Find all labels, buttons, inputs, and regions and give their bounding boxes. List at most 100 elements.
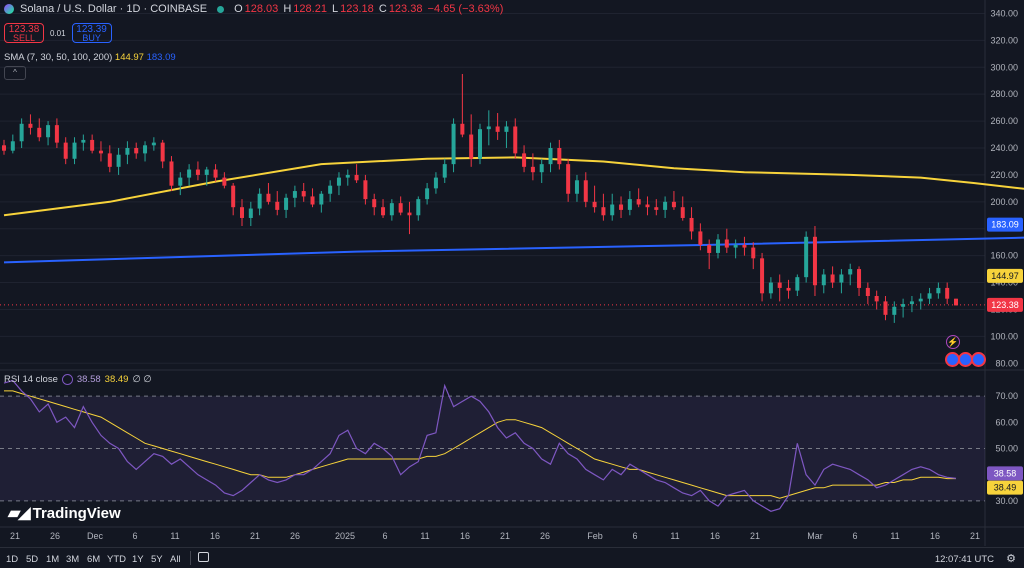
tradingview-logo: ▰◢ TradingView bbox=[8, 503, 121, 523]
price-tick-label: 200.00 bbox=[990, 197, 1018, 207]
candle-body bbox=[724, 239, 729, 248]
candle-body bbox=[654, 207, 659, 210]
rsi-value: 38.58 bbox=[76, 374, 101, 385]
candle-body bbox=[319, 193, 324, 205]
range-all[interactable]: All bbox=[170, 554, 181, 565]
rsi-tick-label: 70.00 bbox=[995, 391, 1018, 401]
rsi-legend[interactable]: RSI 14 close 38.58 38.49 ∅ ∅ bbox=[4, 374, 152, 385]
candle-body bbox=[407, 212, 412, 216]
candle-body bbox=[751, 247, 756, 259]
candle-body bbox=[10, 141, 15, 151]
rsi-source-icon bbox=[61, 374, 73, 385]
candle-body bbox=[222, 177, 227, 186]
range-6m[interactable]: 6M bbox=[87, 554, 100, 565]
candle-body bbox=[883, 301, 888, 315]
event-flag-icon[interactable] bbox=[971, 352, 986, 367]
candle-body bbox=[213, 169, 218, 178]
candle-body bbox=[398, 203, 403, 213]
candle-body bbox=[707, 244, 712, 253]
time-tick-label: 16 bbox=[210, 531, 220, 541]
candle-body bbox=[389, 203, 394, 216]
time-tick-label: 11 bbox=[670, 531, 679, 541]
event-badges[interactable] bbox=[945, 352, 986, 367]
collapse-legend-button[interactable]: ^ bbox=[4, 66, 26, 80]
candle-body bbox=[786, 287, 791, 291]
candle-body bbox=[539, 164, 544, 173]
ohlc-readout: O 128.03 H 128.21 L 123.18 C 123.38 −4.65 (−… bbox=[234, 3, 505, 15]
candle-body bbox=[804, 236, 809, 278]
price-tick-label: 80.00 bbox=[995, 358, 1018, 368]
time-tick-label: 21 bbox=[750, 531, 760, 541]
candle-body bbox=[478, 129, 482, 159]
candle-body bbox=[195, 169, 200, 175]
candle-body bbox=[601, 207, 606, 216]
range-1d[interactable]: 1D bbox=[6, 554, 18, 565]
lightning-icon[interactable]: ⚡ bbox=[946, 335, 960, 349]
candle-body bbox=[504, 126, 509, 132]
price-tick-label: 320.00 bbox=[990, 35, 1018, 45]
time-tick-label: 2025 bbox=[335, 531, 355, 541]
candle-body bbox=[857, 269, 862, 288]
candle-body bbox=[240, 207, 244, 218]
candle-body bbox=[821, 274, 826, 286]
range-3m[interactable]: 3M bbox=[66, 554, 79, 565]
range-5y[interactable]: 5Y bbox=[151, 554, 163, 565]
candle-body bbox=[310, 196, 315, 205]
price-tick-label: 160.00 bbox=[990, 251, 1018, 261]
candle-body bbox=[619, 204, 624, 210]
calendar-icon[interactable] bbox=[198, 552, 209, 562]
candle-body bbox=[742, 244, 747, 248]
time-tick-label: 6 bbox=[382, 531, 387, 541]
open-value: 128.03 bbox=[244, 3, 279, 15]
candle-body bbox=[522, 153, 527, 167]
price-tag: 183.09 bbox=[991, 220, 1019, 230]
chart-canvas[interactable]: 80.00100.00120.00140.00160.00180.00200.0… bbox=[0, 0, 1024, 567]
time-tick-label: Mar bbox=[807, 531, 823, 541]
candle-body bbox=[592, 201, 597, 208]
range-ytd[interactable]: YTD bbox=[107, 554, 126, 565]
time-tick-label: 11 bbox=[890, 531, 899, 541]
buy-button[interactable]: 123.39 BUY bbox=[71, 23, 112, 43]
time-tick-label: 16 bbox=[930, 531, 940, 541]
gear-icon[interactable]: ⚙ bbox=[1006, 552, 1016, 565]
candle-body bbox=[160, 142, 165, 162]
range-5d[interactable]: 5D bbox=[26, 554, 38, 565]
candle-body bbox=[301, 191, 306, 197]
candle-body bbox=[248, 208, 253, 218]
candle-body bbox=[795, 277, 800, 291]
time-tick-label: 26 bbox=[290, 531, 300, 541]
candle-body bbox=[125, 148, 130, 155]
high-label: H bbox=[283, 3, 292, 15]
candle-body bbox=[733, 244, 738, 248]
range-1m[interactable]: 1M bbox=[46, 554, 59, 565]
low-label: L bbox=[332, 3, 339, 15]
sma-legend[interactable]: SMA (7, 30, 50, 100, 200) 144.97 183.09 bbox=[4, 52, 176, 63]
time-tick-label: 21 bbox=[500, 531, 510, 541]
time-tick-label: 11 bbox=[420, 531, 429, 541]
rsi-tick-label: 60.00 bbox=[995, 417, 1018, 427]
price-tick-label: 280.00 bbox=[990, 89, 1018, 99]
symbol-title[interactable]: Solana / U.S. Dollar · 1D · COINBASE bbox=[20, 3, 207, 15]
sell-button[interactable]: 123.38 SELL bbox=[4, 23, 44, 43]
price-tick-label: 220.00 bbox=[990, 170, 1018, 180]
candle-body bbox=[760, 258, 765, 294]
candle-body bbox=[292, 191, 297, 198]
candle-body bbox=[98, 150, 103, 154]
candle-body bbox=[169, 161, 174, 186]
candle-body bbox=[716, 239, 720, 253]
candle-body bbox=[689, 217, 694, 232]
clock[interactable]: 12:07:41 UTC bbox=[935, 554, 994, 565]
candle-body bbox=[116, 154, 121, 167]
range-1y[interactable]: 1Y bbox=[132, 554, 144, 565]
time-tick-label: 26 bbox=[50, 531, 60, 541]
candle-body bbox=[416, 199, 421, 216]
candle-body bbox=[469, 134, 474, 159]
candle-body bbox=[354, 174, 359, 181]
price-tag: 123.38 bbox=[991, 300, 1019, 310]
candle-body bbox=[954, 298, 958, 306]
candle-body bbox=[486, 126, 491, 130]
candle-body bbox=[336, 177, 341, 186]
candle-body bbox=[865, 287, 870, 296]
rsi-tick-label: 50.00 bbox=[995, 444, 1018, 454]
price-tick-label: 260.00 bbox=[990, 116, 1018, 126]
